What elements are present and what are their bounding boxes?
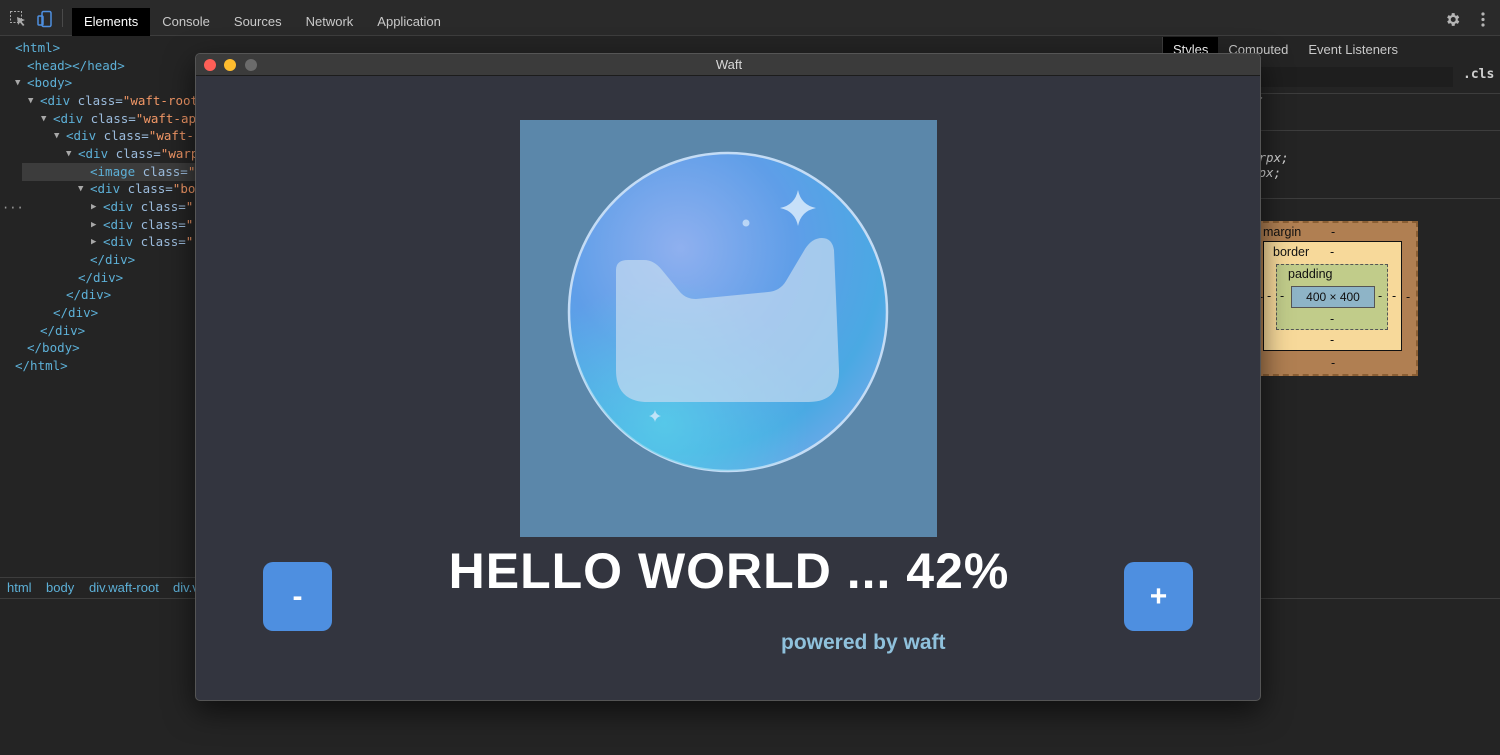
window-titlebar[interactable]: Waft (196, 54, 1260, 76)
box-model-border-label: border (1273, 245, 1310, 259)
box-model-diagram: margin - - - - border - - - - padding - … (1253, 221, 1418, 376)
inspect-element-icon[interactable] (9, 10, 27, 28)
tab-event-listeners[interactable]: Event Listeners (1298, 37, 1408, 63)
minimize-window-button[interactable] (224, 59, 236, 71)
folder-bubble-illustration (567, 151, 889, 473)
progress-headline: HELLO WORLD ... 42% (448, 543, 1010, 599)
breadcrumb-html[interactable]: html (7, 580, 32, 595)
selected-node-dots[interactable]: ··· (2, 201, 24, 215)
dom-node-child-3[interactable]: ▶ <div class=" (91, 233, 193, 251)
device-toolbar-icon[interactable] (36, 10, 54, 28)
dom-close-html[interactable]: </html> (15, 357, 68, 375)
tab-network[interactable]: Network (294, 8, 366, 36)
breadcrumb-waft-root[interactable]: div.waft-root (89, 580, 159, 595)
dom-node-image-selected[interactable]: <image class=" (22, 163, 202, 181)
window-title: Waft (715, 57, 743, 72)
waft-app-window: Waft HELLO WORLD ... 42% - + powered by … (195, 53, 1261, 701)
gear-icon[interactable] (1444, 11, 1461, 33)
dom-node-waft-app[interactable]: ▼ <div class="waft-ap (41, 110, 196, 128)
zoom-window-button[interactable] (245, 59, 257, 71)
dom-node-waft-root[interactable]: ▼ <div class="waft-root (28, 92, 198, 110)
powered-by-label: powered by waft (781, 631, 946, 654)
dom-node-waft-div[interactable]: ▼ <div class="waft- (54, 127, 194, 145)
devtools-toolbar: Elements Console Sources Network Applica… (0, 0, 1500, 36)
tab-sources[interactable]: Sources (222, 8, 294, 36)
tab-console[interactable]: Console (150, 8, 222, 36)
dom-close-div[interactable]: </div> (78, 269, 123, 287)
tab-application[interactable]: Application (365, 8, 453, 36)
dom-node-bo[interactable]: ▼ <div class="bo (78, 180, 195, 198)
dom-close-div[interactable]: </div> (53, 304, 98, 322)
box-model-padding-label: padding (1288, 267, 1333, 281)
dom-close-div[interactable]: </div> (90, 251, 135, 269)
hero-image (520, 120, 937, 537)
decrement-button[interactable]: - (263, 562, 332, 631)
dom-close-div[interactable]: </div> (66, 286, 111, 304)
breadcrumb-body[interactable]: body (46, 580, 74, 595)
panel-tabs: Elements Console Sources Network Applica… (72, 8, 453, 36)
dom-node-html[interactable]: <html> (15, 39, 60, 57)
dom-node-child-2[interactable]: ▶ <div class=" (91, 216, 193, 234)
dom-close-body[interactable]: </body> (27, 339, 80, 357)
box-model-content-size[interactable]: 400 × 400 (1291, 286, 1375, 308)
cls-button[interactable]: .cls (1463, 67, 1494, 82)
close-window-button[interactable] (204, 59, 216, 71)
box-model-margin-label: margin (1263, 225, 1302, 239)
toolbar-divider (62, 9, 63, 27)
tab-elements[interactable]: Elements (72, 8, 151, 36)
dom-node-head[interactable]: <head></head> (27, 57, 125, 75)
dom-node-child-1[interactable]: ▶ <div class=" (91, 198, 193, 216)
box-model-padding: padding - - - 400 × 400 (1276, 264, 1388, 330)
increment-button[interactable]: + (1124, 562, 1193, 631)
dom-node-body[interactable]: ▼ <body> (15, 74, 72, 92)
dom-close-div[interactable]: </div> (40, 322, 85, 340)
more-options-icon[interactable] (1476, 11, 1490, 33)
dom-node-warp[interactable]: ▼ <div class="warp (66, 145, 198, 163)
box-model-border: border - - - - padding - - - 400 × 400 (1263, 241, 1402, 351)
